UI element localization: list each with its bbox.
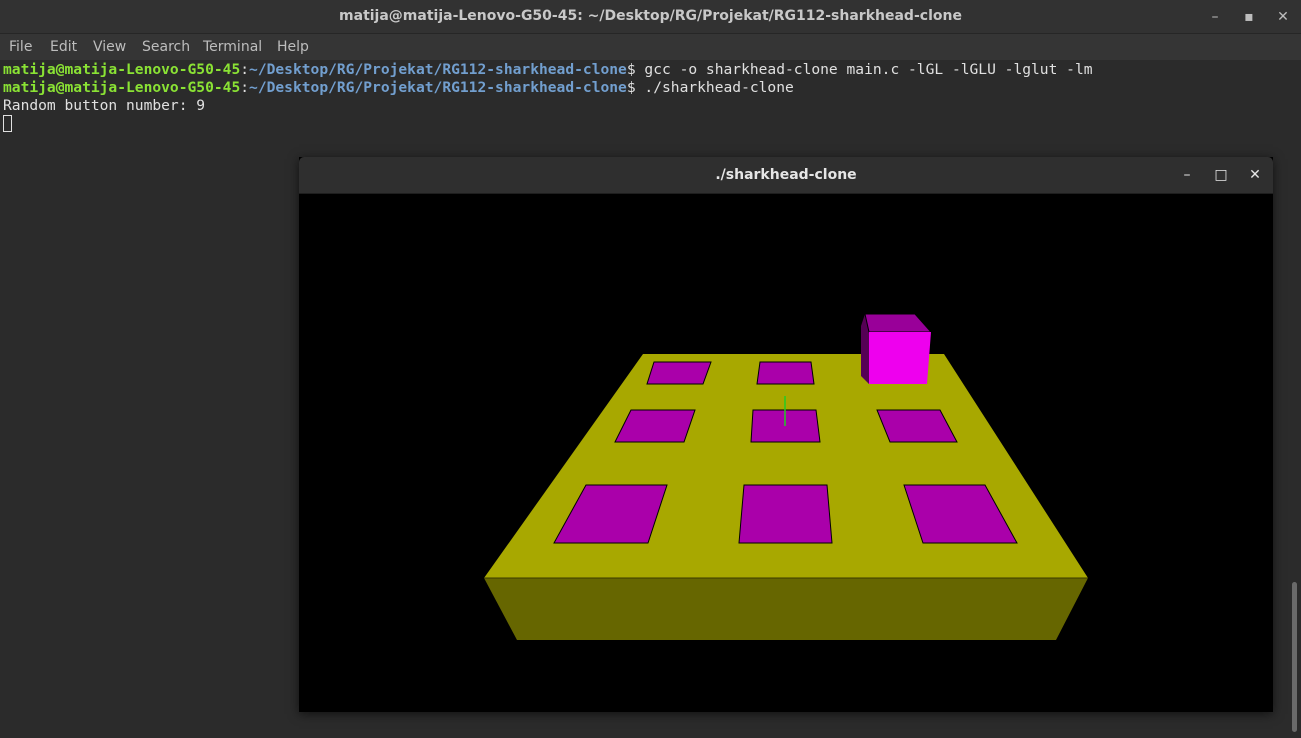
menu-file[interactable]: File xyxy=(9,34,32,60)
text-cursor xyxy=(3,115,12,132)
terminal-title: matija@matija-Lenovo-G50-45: ~/Desktop/R… xyxy=(339,8,962,24)
prompt-colon: : xyxy=(240,79,250,96)
menu-terminal[interactable]: Terminal xyxy=(203,34,262,60)
button-tile xyxy=(646,361,712,385)
board-top xyxy=(484,354,1088,578)
prompt-dollar: $ xyxy=(626,61,636,78)
program-output: Random button number: 9 xyxy=(3,97,206,114)
terminal-line: matija@matija-Lenovo-G50-45:~/Desktop/RG… xyxy=(3,61,1093,79)
prompt-colon: : xyxy=(240,61,250,78)
button-tile xyxy=(738,484,833,544)
gl-minimize-button[interactable]: – xyxy=(1176,164,1198,186)
cube-top xyxy=(864,313,933,333)
game-canvas[interactable] xyxy=(299,194,1273,712)
opengl-window-title: ./sharkhead-clone xyxy=(715,167,857,183)
menu-search[interactable]: Search xyxy=(142,34,190,60)
opengl-window: ./sharkhead-clone – □ ✕ xyxy=(299,157,1273,712)
menu-view[interactable]: View xyxy=(93,34,126,60)
prompt-dollar: $ xyxy=(626,79,636,96)
prompt-path: ~/Desktop/RG/Projekat/RG112-sharkhead-cl… xyxy=(249,79,627,96)
prompt-user: matija@matija-Lenovo-G50-45 xyxy=(3,61,241,78)
gl-maximize-button[interactable]: □ xyxy=(1210,164,1232,186)
board-side xyxy=(484,578,1088,640)
prompt-user: matija@matija-Lenovo-G50-45 xyxy=(3,79,241,96)
gl-close-button[interactable]: ✕ xyxy=(1244,164,1266,186)
scrollbar[interactable] xyxy=(1288,60,1301,738)
maximize-button[interactable]: ▪ xyxy=(1238,6,1260,28)
menu-bar: File Edit View Search Terminal Help xyxy=(0,34,1301,60)
button-tile xyxy=(756,361,815,385)
close-button[interactable]: ✕ xyxy=(1272,6,1294,28)
menu-edit[interactable]: Edit xyxy=(50,34,77,60)
prompt-path: ~/Desktop/RG/Projekat/RG112-sharkhead-cl… xyxy=(249,61,627,78)
opengl-titlebar[interactable]: ./sharkhead-clone – □ ✕ xyxy=(299,157,1273,194)
minimize-button[interactable]: – xyxy=(1204,6,1226,28)
terminal-titlebar[interactable]: matija@matija-Lenovo-G50-45: ~/Desktop/R… xyxy=(0,0,1301,34)
menu-help[interactable]: Help xyxy=(277,34,309,60)
command-text: ./sharkhead-clone xyxy=(635,79,794,96)
terminal-line: matija@matija-Lenovo-G50-45:~/Desktop/RG… xyxy=(3,79,794,97)
command-text: gcc -o sharkhead-clone main.c -lGL -lGLU… xyxy=(635,61,1093,78)
cube-front xyxy=(869,332,931,384)
scrollbar-thumb[interactable] xyxy=(1292,582,1297,732)
game-scene xyxy=(484,313,1088,640)
